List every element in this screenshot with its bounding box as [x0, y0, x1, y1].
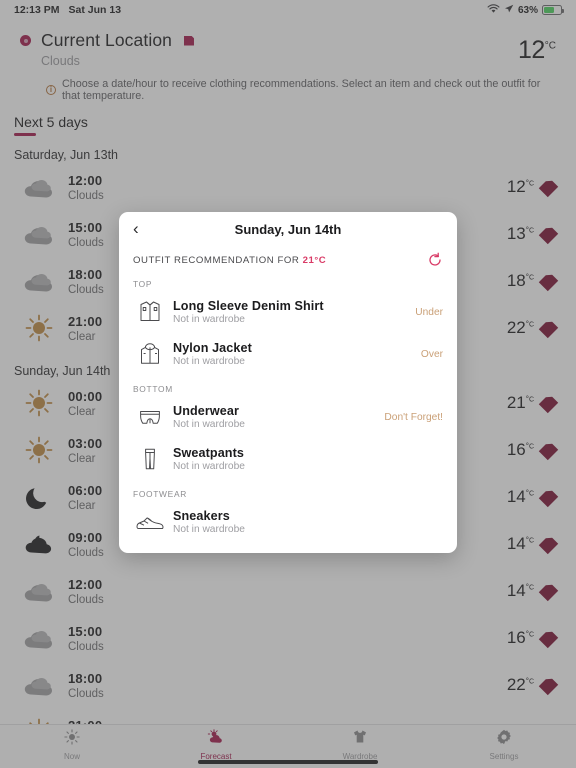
- modal-body: TOP Long Sleeve Denim Shirt Not in wardrob…: [119, 270, 457, 543]
- outfit-item-status: Not in wardrobe: [173, 461, 245, 472]
- outfit-item[interactable]: Sneakers Not in wardrobe: [119, 501, 457, 543]
- outfit-item-status: Not in wardrobe: [173, 524, 245, 535]
- outfit-recommendation-modal: ‹ Sunday, Jun 14th OUTFIT RECOMMENDATION…: [119, 212, 457, 553]
- modal-title: Sunday, Jun 14th: [234, 221, 342, 237]
- refresh-icon[interactable]: [427, 252, 443, 268]
- outfit-item-name: Long Sleeve Denim Shirt: [173, 299, 324, 313]
- outfit-item-meta: Underwear Not in wardrobe: [167, 404, 384, 430]
- outfit-item-flag: Under: [415, 306, 443, 318]
- outfit-item-name: Sneakers: [173, 509, 230, 523]
- modal-subtitle-temp: 21°C: [302, 254, 327, 266]
- underwear-icon: [133, 402, 167, 432]
- outfit-item[interactable]: Nylon Jacket Not in wardrobe Over: [119, 333, 457, 375]
- outfit-item[interactable]: Sweatpants Not in wardrobe: [119, 438, 457, 480]
- app-root: 12:13 PM Sat Jun 13 63% Current Location…: [0, 0, 576, 768]
- modal-subtitle-row: OUTFIT RECOMMENDATION FOR 21°C: [119, 246, 457, 270]
- outfit-item-status: Not in wardrobe: [173, 314, 245, 325]
- modal-subtitle: OUTFIT RECOMMENDATION FOR 21°C: [133, 255, 326, 266]
- jacket-icon: [133, 339, 167, 369]
- outfit-item-meta: Nylon Jacket Not in wardrobe: [167, 341, 421, 367]
- outfit-item[interactable]: Underwear Not in wardrobe Don't Forget!: [119, 396, 457, 438]
- outfit-item-meta: Sweatpants Not in wardrobe: [167, 446, 443, 472]
- modal-subtitle-prefix: OUTFIT RECOMMENDATION FOR: [133, 254, 303, 266]
- outfit-item-flag: Don't Forget!: [384, 411, 443, 423]
- outfit-item-flag: Over: [420, 348, 443, 360]
- outfit-category-label: FOOTWEAR: [133, 489, 187, 499]
- outfit-category-label: TOP: [133, 279, 153, 289]
- modal-header: ‹ Sunday, Jun 14th: [119, 212, 457, 246]
- outfit-item-status: Not in wardrobe: [173, 419, 245, 430]
- outfit-item-name: Sweatpants: [173, 446, 244, 460]
- outfit-item-meta: Long Sleeve Denim Shirt Not in wardrobe: [167, 299, 415, 325]
- back-button[interactable]: ‹: [133, 219, 155, 239]
- outfit-item-meta: Sneakers Not in wardrobe: [167, 509, 443, 535]
- outfit-item-status: Not in wardrobe: [173, 356, 245, 367]
- outfit-item-name: Nylon Jacket: [173, 341, 252, 355]
- outfit-item-name: Underwear: [173, 404, 239, 418]
- outfit-category-label: BOTTOM: [133, 384, 173, 394]
- sneaker-icon: [133, 507, 167, 537]
- sweatpants-icon: [133, 444, 167, 474]
- denim-shirt-icon: [133, 297, 167, 327]
- outfit-item[interactable]: Long Sleeve Denim Shirt Not in wardrobe Un…: [119, 291, 457, 333]
